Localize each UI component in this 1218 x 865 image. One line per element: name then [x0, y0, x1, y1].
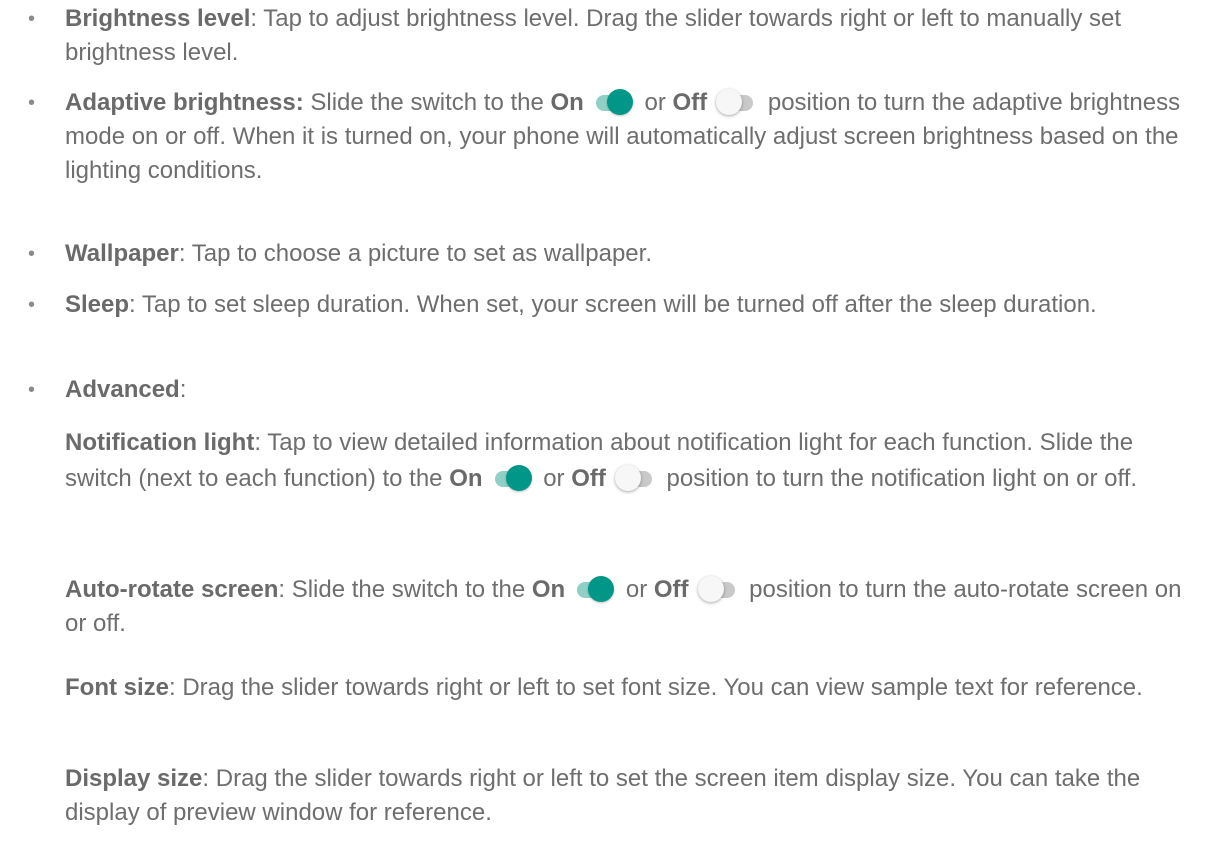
bullet: • [28, 92, 36, 114]
on-label: On [531, 576, 566, 603]
bullet: • [28, 243, 36, 265]
text: : Slide the switch to the [278, 576, 532, 603]
on-label: On [550, 89, 584, 116]
off-label: Off [571, 465, 606, 492]
description-sleep: : Tap to set sleep duration. When set, y… [129, 291, 1097, 318]
text: Slide the switch to the [303, 89, 551, 116]
on-label: On [449, 465, 483, 492]
text: : [179, 376, 187, 403]
term-wallpaper: Wallpaper [65, 240, 179, 267]
bullet: • [28, 8, 36, 30]
paragraph-display-size: Display size: Drag the slider towards ri… [65, 762, 1195, 830]
term-font-size: Font size [65, 674, 170, 701]
paragraph-font-size: Font size: Drag the slider towards right… [65, 671, 1195, 705]
term-brightness-level: Brightness level [65, 5, 251, 32]
off-label: Off [653, 576, 689, 603]
paragraph-auto-rotate-screen: Auto-rotate screen: Slide the switch to … [65, 573, 1195, 641]
paragraph-adaptive-brightness: Adaptive brightness: Slide the switch to… [65, 86, 1195, 188]
toggle-on-icon [594, 88, 633, 116]
toggle-on-icon [575, 575, 615, 603]
text: or [536, 465, 572, 492]
bullet: • [28, 379, 36, 401]
description-display-size: : Drag the slider towards right or left … [65, 765, 1141, 826]
document: • Brightness level: Tap to adjust bright… [0, 0, 1218, 865]
toggle-off-icon [716, 88, 755, 116]
paragraph-advanced: Advanced: [65, 373, 1195, 407]
text: position to turn the notification light … [659, 465, 1138, 492]
term-sleep: Sleep [65, 291, 130, 318]
term-notification-light: Notification light [65, 429, 255, 456]
bullet: • [28, 294, 36, 316]
toggle-off-icon [697, 575, 737, 603]
term-advanced: Advanced [65, 376, 180, 403]
paragraph-brightness-level: Brightness level: Tap to adjust brightne… [65, 2, 1195, 70]
term-display-size: Display size [65, 765, 203, 792]
term-auto-rotate-screen: Auto-rotate screen [65, 576, 279, 603]
paragraph-sleep: Sleep: Tap to set sleep duration. When s… [65, 288, 1195, 322]
description-wallpaper: : Tap to choose a picture to set as wall… [178, 240, 652, 267]
toggle-off-icon [614, 464, 654, 492]
paragraph-wallpaper: Wallpaper: Tap to choose a picture to se… [65, 237, 1195, 271]
text: or [637, 89, 673, 116]
text: or [619, 576, 654, 603]
toggle-on-icon [493, 464, 532, 492]
off-label: Off [672, 89, 708, 116]
description-font-size: : Drag the slider towards right or left … [169, 674, 1143, 701]
paragraph-notification-light: Notification light: Tap to view detailed… [65, 425, 1195, 497]
term-adaptive-brightness: Adaptive brightness: [65, 89, 304, 116]
